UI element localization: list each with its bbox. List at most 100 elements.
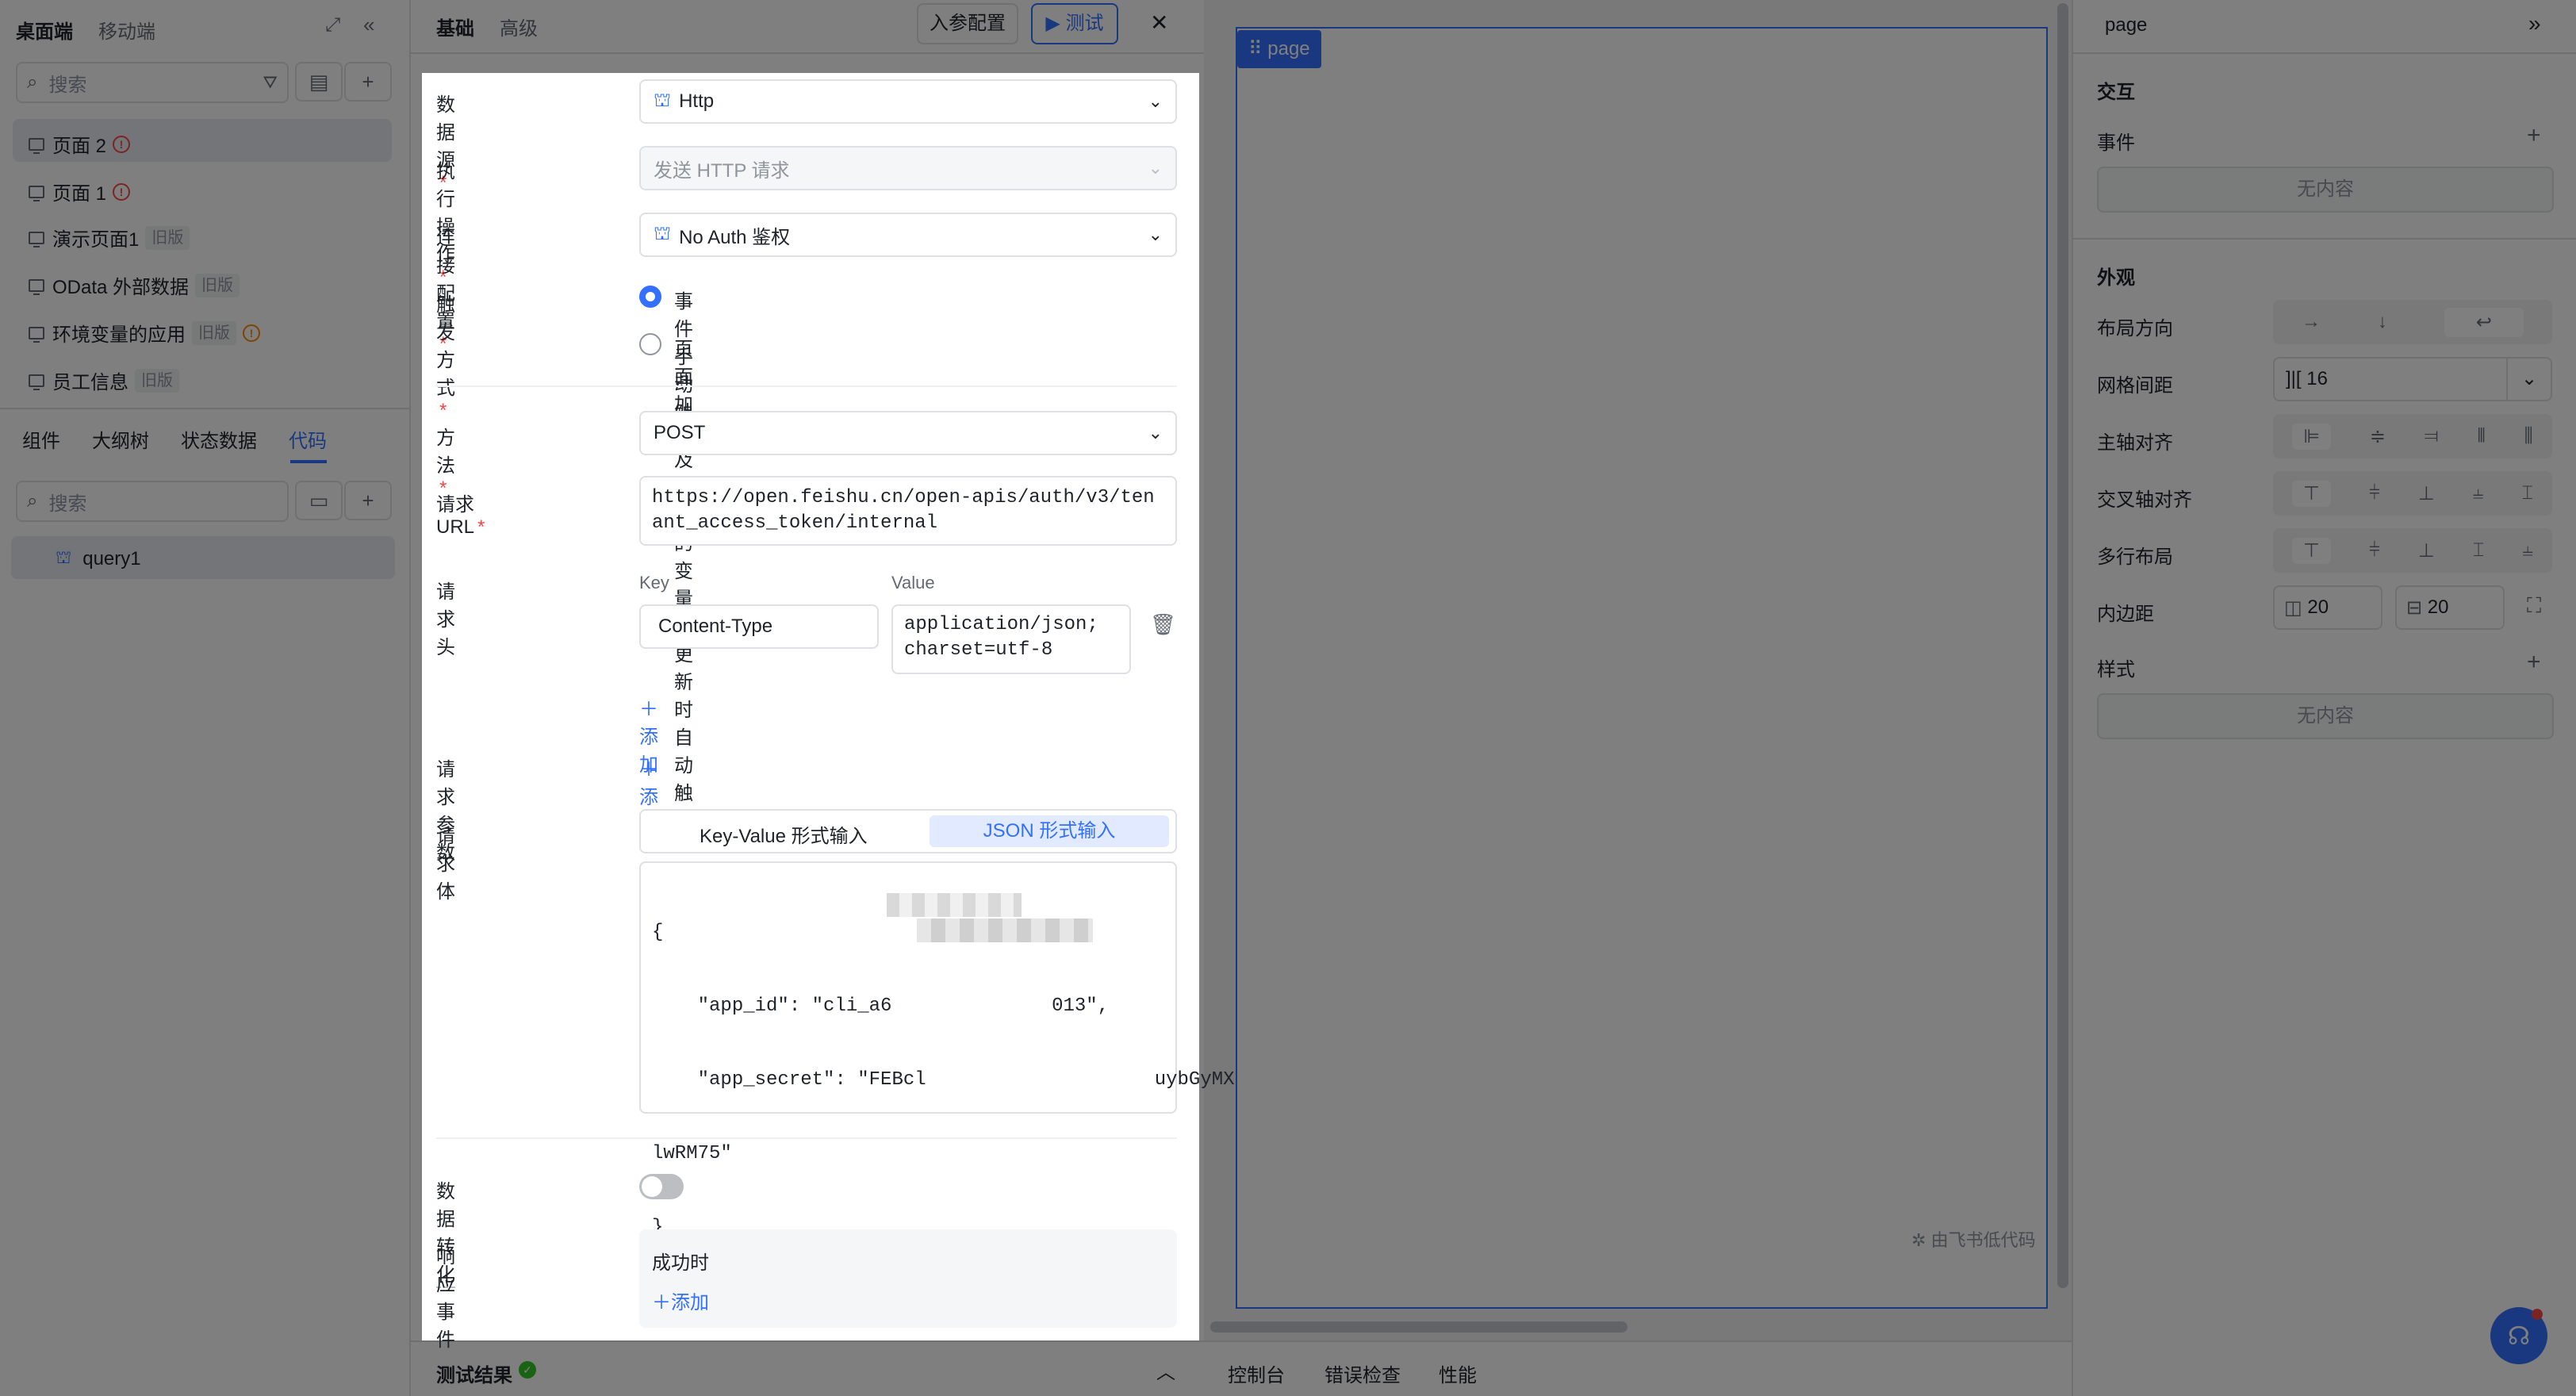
- header-key-input[interactable]: Content-Type: [639, 604, 879, 649]
- select-value: No Auth 鉴权: [679, 226, 791, 248]
- label-text: 触发方式: [436, 294, 455, 399]
- warning-icon: !: [113, 182, 131, 201]
- multiline-label: 多行布局: [2097, 547, 2173, 568]
- tab-code[interactable]: 代码: [289, 425, 327, 453]
- body-tab-json[interactable]: JSON 形式输入: [930, 815, 1169, 847]
- space-between-icon[interactable]: ⦀: [2477, 425, 2486, 447]
- style-title: 样式: [2097, 659, 2135, 681]
- chevron-down-icon: ⌄: [1148, 91, 1163, 111]
- filter-icon[interactable]: ⛛: [263, 72, 278, 93]
- collapse-icon[interactable]: «: [363, 13, 374, 37]
- lines-around-icon[interactable]: ⫨: [2522, 539, 2533, 562]
- page-item-page2[interactable]: 页面 2!: [29, 130, 131, 158]
- grid-gap-input[interactable]: ]|[ 16 ⌄: [2273, 357, 2552, 401]
- page-item-odata[interactable]: OData 外部数据 旧版: [29, 271, 240, 299]
- tab-error-check[interactable]: 错误检查: [1324, 1360, 1401, 1387]
- expand-icon[interactable]: ⤢: [325, 14, 340, 36]
- padding-expand-icon[interactable]: ⛶: [2527, 593, 2541, 619]
- lines-between-icon[interactable]: ⌶: [2473, 539, 2484, 562]
- align-center-icon[interactable]: ≑: [2370, 425, 2386, 448]
- padding-horizontal-input[interactable]: ◫ 20: [2273, 585, 2382, 630]
- tab-performance[interactable]: 性能: [1439, 1360, 1477, 1387]
- padding-label: 内边距: [2097, 604, 2154, 625]
- divider: [436, 1137, 1177, 1139]
- wrap-icon[interactable]: ↩: [2444, 307, 2524, 337]
- arrow-right-icon[interactable]: →: [2302, 311, 2321, 333]
- chevron-down-icon[interactable]: ⌄: [2506, 359, 2551, 400]
- page-group-button[interactable]: ▤: [295, 62, 343, 102]
- params-config-button[interactable]: 入参配置: [917, 3, 1018, 44]
- page-label: 演示页面1: [52, 229, 140, 251]
- page-tag[interactable]: ⠿ page: [1237, 30, 1321, 68]
- add-label: 添加: [671, 1292, 709, 1314]
- main-align-toggle[interactable]: ⊫ ≑ ⫤ ⦀ ⫼: [2273, 414, 2552, 458]
- cross-stretch-icon[interactable]: ⌶: [2521, 482, 2532, 504]
- page-item-env[interactable]: 环境变量的应用 旧版!: [29, 319, 260, 347]
- method-select[interactable]: POST ⌄: [639, 411, 1177, 455]
- trigger-radio-auto[interactable]: [639, 333, 661, 355]
- page-item-page1[interactable]: 页面 1!: [29, 178, 131, 205]
- tab-mobile[interactable]: 移动端: [98, 16, 155, 44]
- page-label: 环境变量的应用: [52, 324, 186, 346]
- vertical-scrollbar[interactable]: [2053, 0, 2072, 1340]
- add-event-icon[interactable]: +: [2527, 122, 2541, 149]
- lines-center-icon[interactable]: ⫩: [2369, 539, 2380, 562]
- legacy-page-icon: [29, 326, 44, 343]
- trigger-radio-manual[interactable]: [639, 286, 661, 308]
- connection-select[interactable]: ⛫ No Auth 鉴权 ⌄: [639, 213, 1177, 257]
- query-item[interactable]: ⛫ query1: [56, 547, 141, 570]
- body-tab-kv[interactable]: Key-Value 形式输入: [700, 820, 868, 848]
- collapse-right-icon[interactable]: »: [2528, 11, 2541, 36]
- divider: [2072, 238, 2576, 240]
- header-value-input[interactable]: application/json; charset=utf-8: [891, 604, 1131, 674]
- label-text: 方法: [436, 428, 455, 477]
- chevron-up-icon[interactable]: ︿: [1156, 1356, 1175, 1384]
- trigger-option-auto[interactable]: 页面加载及引用的变量值更新时自动触发: [674, 333, 693, 833]
- tab-state[interactable]: 状态数据: [181, 425, 257, 453]
- add-event-button[interactable]: ＋添加: [652, 1287, 709, 1314]
- cross-center-icon[interactable]: ⫩: [2369, 482, 2380, 504]
- padding-vertical-input[interactable]: ⊟ 20: [2395, 585, 2505, 630]
- add-query-button[interactable]: +: [344, 481, 392, 520]
- cross-start-icon[interactable]: ⊤: [2292, 480, 2331, 507]
- align-start-icon[interactable]: ⊫: [2292, 423, 2332, 450]
- cross-align-toggle[interactable]: ⊤ ⫩ ⊥ ⫨ ⌶: [2273, 471, 2552, 516]
- cross-end-icon[interactable]: ⊥: [2418, 482, 2435, 505]
- datasource-select[interactable]: ⛫ Http ⌄: [639, 79, 1177, 124]
- page-search-input[interactable]: ⌕ 搜索 ⛛: [16, 62, 289, 103]
- tab-outline[interactable]: 大纲树: [92, 425, 149, 453]
- multiline-toggle[interactable]: ⊤ ⫩ ⊥ ⌶ ⫨: [2273, 528, 2552, 573]
- align-end-icon[interactable]: ⫤: [2425, 425, 2439, 447]
- tab-basic[interactable]: 基础: [436, 13, 474, 40]
- divider: [411, 52, 1204, 54]
- legacy-badge: 旧版: [135, 368, 179, 393]
- lines-start-icon[interactable]: ⊤: [2292, 537, 2331, 564]
- test-button[interactable]: ▶ 测试: [1031, 3, 1118, 44]
- trash-icon[interactable]: 🗑: [1150, 612, 1176, 637]
- tab-console[interactable]: 控制台: [1228, 1360, 1285, 1387]
- arrow-down-icon[interactable]: ↓: [2378, 311, 2387, 333]
- tab-advanced[interactable]: 高级: [500, 13, 538, 40]
- space-around-icon[interactable]: ⫼: [2524, 425, 2533, 447]
- cross-baseline-icon[interactable]: ⫨: [2473, 482, 2484, 504]
- add-page-button[interactable]: +: [344, 62, 392, 102]
- transform-toggle[interactable]: [639, 1174, 684, 1199]
- tab-components[interactable]: 组件: [22, 425, 60, 453]
- plus-icon: ＋: [639, 759, 658, 780]
- logo-icon: ✲: [1911, 1230, 1926, 1250]
- code-search-input[interactable]: ⌕ 搜索: [16, 481, 289, 522]
- page-canvas[interactable]: [1236, 27, 2048, 1309]
- add-style-icon[interactable]: +: [2527, 649, 2541, 676]
- page-item-employee[interactable]: 员工信息 旧版: [29, 366, 179, 394]
- test-result-bar[interactable]: 测试结果 ✓ ︿: [411, 1340, 1204, 1396]
- tab-desktop[interactable]: 桌面端: [16, 16, 73, 44]
- horizontal-scrollbar[interactable]: [1204, 1314, 2053, 1340]
- folder-button[interactable]: ▭: [295, 481, 343, 520]
- url-input[interactable]: https://open.feishu.cn/open-apis/auth/v3…: [639, 476, 1177, 546]
- page-item-demo[interactable]: 演示页面1 旧版: [29, 224, 190, 251]
- test-label: 测试: [1065, 13, 1104, 34]
- close-icon[interactable]: ✕: [1150, 10, 1168, 36]
- layout-direction-toggle[interactable]: → ↓ ↩: [2273, 300, 2552, 344]
- lines-end-icon[interactable]: ⊥: [2418, 539, 2435, 562]
- select-value: 发送 HTTP 请求: [654, 159, 790, 182]
